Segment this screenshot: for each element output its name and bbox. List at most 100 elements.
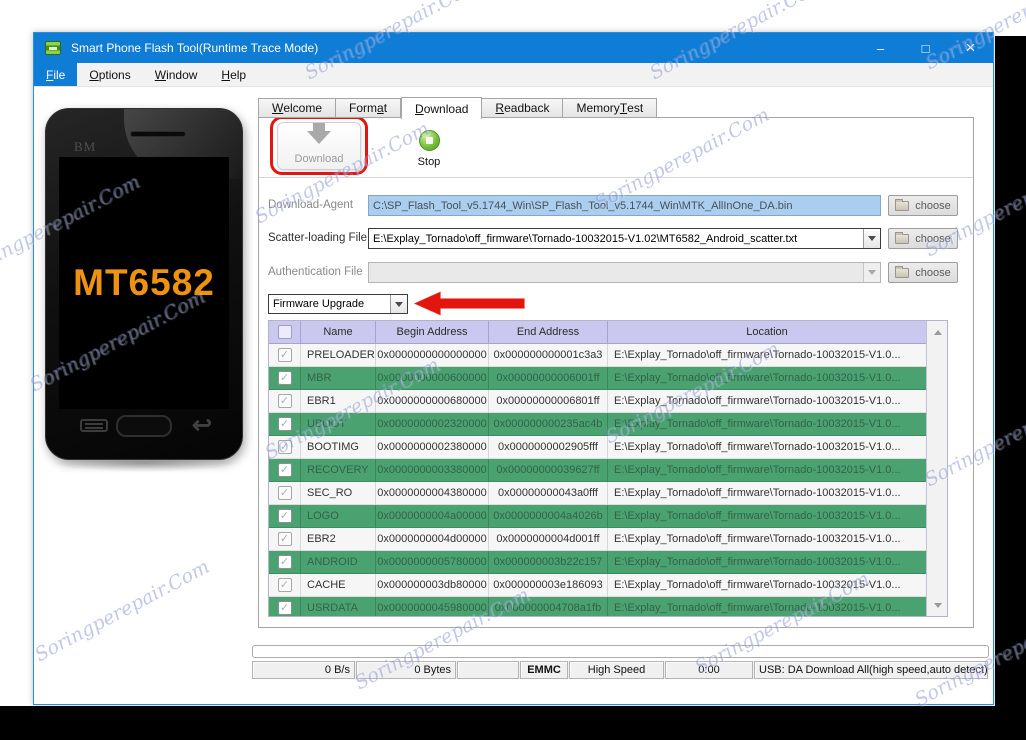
cell-location: E:\Explay_Tornado\off_firmware\Tornado-1… <box>608 390 927 413</box>
table-row-cache[interactable]: ✓CACHE0x000000003db800000x000000003e1860… <box>269 574 927 597</box>
menu-bar: FileOptionsWindowHelp <box>34 63 993 87</box>
table-row-ebr2[interactable]: ✓EBR20x0000000004d000000x0000000004d001f… <box>269 528 927 551</box>
row-checkbox[interactable]: ✓ <box>278 532 292 546</box>
row-checkbox[interactable]: ✓ <box>278 394 292 408</box>
row-checkbox[interactable]: ✓ <box>278 578 292 592</box>
cell-name: LOGO <box>301 505 376 528</box>
tab-memory-test[interactable]: Memory Test <box>563 98 657 118</box>
table-row-ebr1[interactable]: ✓EBR10x00000000006800000x00000000006801f… <box>269 390 927 413</box>
annotation-arrow <box>411 289 529 318</box>
table-scrollbar[interactable] <box>926 321 947 616</box>
scatter-file-choose-button[interactable]: choose <box>888 228 958 249</box>
table-row-recovery[interactable]: ✓RECOVERY0x00000000033800000x00000000039… <box>269 459 927 482</box>
menu-item-file[interactable]: File <box>34 63 77 86</box>
row-checkbox[interactable]: ✓ <box>278 371 292 385</box>
cell-location: E:\Explay_Tornado\off_firmware\Tornado-1… <box>608 344 927 367</box>
scroll-down-icon[interactable] <box>927 596 948 614</box>
menu-item-help[interactable]: Help <box>209 63 258 86</box>
row-checkbox[interactable]: ✓ <box>278 417 292 431</box>
row-checkbox[interactable]: ✓ <box>278 440 292 454</box>
cell-begin-address: 0x0000000004a00000 <box>376 505 489 528</box>
scatter-file-value: E:\Explay_Tornado\off_firmware\Tornado-1… <box>369 233 863 245</box>
choose-button-label: choose <box>915 233 950 245</box>
table-row-preloader[interactable]: ✓PRELOADER0x00000000000000000x0000000000… <box>269 344 927 367</box>
row-checkbox[interactable]: ✓ <box>278 509 292 523</box>
chevron-down-icon[interactable] <box>863 229 880 248</box>
row-checkbox[interactable]: ✓ <box>278 463 292 477</box>
table-row-android[interactable]: ✓ANDROID0x00000000057800000x000000003b22… <box>269 551 927 574</box>
select-all-checkbox[interactable] <box>278 325 292 339</box>
download-button[interactable]: Download <box>277 122 361 170</box>
progress-bar <box>252 645 989 658</box>
stop-button[interactable]: Stop <box>403 124 455 172</box>
phone-menu-icon <box>80 419 108 432</box>
scatter-file-combobox[interactable]: E:\Explay_Tornado\off_firmware\Tornado-1… <box>368 228 881 249</box>
scroll-up-icon[interactable] <box>927 323 948 341</box>
table-row-bootimg[interactable]: ✓BOOTIMG0x00000000023800000x000000000290… <box>269 436 927 459</box>
stop-button-label: Stop <box>418 156 441 168</box>
cell-name: MBR <box>301 367 376 390</box>
cell-begin-address: 0x0000000045980000 <box>376 597 489 617</box>
table-row-sec_ro[interactable]: ✓SEC_RO0x00000000043800000x00000000043a0… <box>269 482 927 505</box>
cell-location: E:\Explay_Tornado\off_firmware\Tornado-1… <box>608 436 927 459</box>
cell-location: E:\Explay_Tornado\off_firmware\Tornado-1… <box>608 482 927 505</box>
table-row-usrdata[interactable]: ✓USRDATA0x00000000459800000x000000004708… <box>269 597 927 617</box>
tab-download[interactable]: Download <box>401 97 482 119</box>
cell-name: UBOOT <box>301 413 376 436</box>
cell-end-address: 0x000000004708a1fb <box>489 597 608 617</box>
download-agent-choose-button[interactable]: choose <box>888 195 958 216</box>
tab-readback[interactable]: Readback <box>482 98 563 118</box>
cell-end-address: 0x00000000006801ff <box>489 390 608 413</box>
maximize-button[interactable]: □ <box>903 33 948 63</box>
tab-welcome[interactable]: Welcome <box>258 98 336 118</box>
column-header-end: End Address <box>489 321 608 344</box>
phone-screen: MT6582 <box>59 157 229 409</box>
cell-begin-address: 0x000000003db80000 <box>376 574 489 597</box>
auth-file-choose-button[interactable]: choose <box>888 262 958 283</box>
status-bar: 0 B/s0 BytesEMMCHigh Speed0:00USB: DA Do… <box>252 661 989 679</box>
cell-begin-address: 0x0000000000600000 <box>376 367 489 390</box>
table-row-uboot[interactable]: ✓UBOOT0x00000000023200000x000000000235ac… <box>269 413 927 436</box>
cell-end-address: 0x0000000002905fff <box>489 436 608 459</box>
cell-begin-address: 0x0000000000680000 <box>376 390 489 413</box>
status-cell-0: 0 B/s <box>252 661 355 679</box>
auth-file-label: Authentication File <box>268 262 363 283</box>
table-header-row: Name Begin Address End Address Location <box>269 321 927 344</box>
cell-end-address: 0x00000000039627ff <box>489 459 608 482</box>
close-button[interactable]: × <box>948 33 993 63</box>
menu-item-window[interactable]: Window <box>143 63 210 86</box>
cell-begin-address: 0x0000000005780000 <box>376 551 489 574</box>
cell-begin-address: 0x0000000003380000 <box>376 459 489 482</box>
cell-end-address: 0x000000003b22c157 <box>489 551 608 574</box>
phone-speaker <box>130 131 186 137</box>
row-checkbox[interactable]: ✓ <box>278 555 292 569</box>
device-illustration: BM MT6582 ↩ <box>45 108 243 460</box>
row-checkbox[interactable]: ✓ <box>278 601 292 615</box>
choose-button-label: choose <box>915 200 950 212</box>
window-title: Smart Phone Flash Tool(Runtime Trace Mod… <box>71 41 858 55</box>
table-row-logo[interactable]: ✓ LOGO0x0000000004a000000x0000000004a4026… <box>269 505 927 528</box>
flash-mode-select[interactable]: Firmware Upgrade <box>268 294 408 314</box>
cell-location: E:\Explay_Tornado\off_firmware\Tornado-1… <box>608 551 927 574</box>
cell-begin-address: 0x0000000004d00000 <box>376 528 489 551</box>
download-agent-label: Download-Agent <box>268 195 353 216</box>
tab-bar: WelcomeFormatDownloadReadbackMemory Test <box>258 97 657 118</box>
cell-end-address: 0x0000000004a4026b <box>489 505 608 528</box>
table-row-mbr[interactable]: ✓ MBR0x00000000006000000x00000000006001ff… <box>269 367 927 390</box>
download-agent-field[interactable]: C:\SP_Flash_Tool_v5.1744_Win\SP_Flash_To… <box>368 195 881 216</box>
cell-name: EBR2 <box>301 528 376 551</box>
stop-icon <box>419 130 440 151</box>
row-checkbox[interactable]: ✓ <box>278 348 292 362</box>
cell-end-address: 0x00000000006001ff <box>489 367 608 390</box>
chevron-down-icon[interactable] <box>390 295 407 313</box>
row-checkbox[interactable]: ✓ <box>278 486 292 500</box>
menu-item-options[interactable]: Options <box>77 63 142 86</box>
tab-format[interactable]: Format <box>336 98 401 118</box>
screenshot-right-margin <box>995 36 1026 740</box>
phone-brand-label: BM <box>74 139 96 155</box>
cell-begin-address: 0x0000000000000000 <box>376 344 489 367</box>
cell-name: CACHE <box>301 574 376 597</box>
app-icon <box>45 41 61 55</box>
cell-end-address: 0x000000000001c3a3 <box>489 344 608 367</box>
minimize-button[interactable]: – <box>858 33 903 63</box>
